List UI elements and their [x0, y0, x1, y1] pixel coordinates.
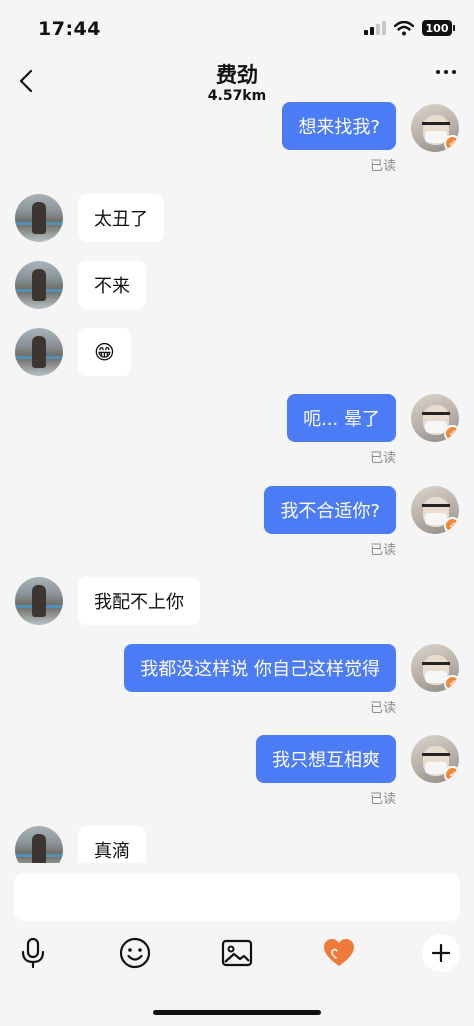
verified-badge-icon: ✓ [444, 517, 459, 534]
message-bubble[interactable]: 我不合适你? [264, 486, 396, 534]
image-button[interactable] [220, 936, 254, 970]
contact-avatar[interactable] [15, 577, 63, 625]
gift-heart-button[interactable] [322, 936, 356, 970]
contact-name: 费劲 [216, 63, 258, 87]
message-bubble[interactable]: 不来 [78, 261, 146, 309]
message-bubble[interactable]: 想来找我? [282, 102, 396, 150]
more-actions-button[interactable] [422, 934, 460, 972]
message-bubble[interactable]: 太丑了 [78, 194, 164, 242]
heart-icon [324, 939, 354, 966]
image-icon [221, 939, 253, 967]
verified-badge-icon: ✓ [444, 425, 459, 442]
verified-badge-icon: ✓ [444, 135, 459, 152]
read-receipt: 已读 [369, 159, 396, 174]
status-icons: 100 [364, 20, 455, 36]
contact-avatar[interactable] [15, 194, 63, 242]
status-time: 17:44 [38, 18, 101, 40]
microphone-icon [21, 937, 45, 969]
contact-avatar[interactable] [15, 328, 63, 376]
status-bar: 17:44 100 [0, 0, 474, 58]
read-receipt: 已读 [369, 701, 396, 716]
message-bubble[interactable]: 我只想互相爽 [256, 735, 396, 783]
my-avatar[interactable]: ✓ [411, 735, 459, 783]
message-bubble[interactable]: 呃... 晕了 [287, 394, 396, 442]
my-avatar[interactable]: ✓ [411, 486, 459, 534]
emoji-icon [119, 937, 151, 969]
message-bubble[interactable]: 我配不上你 [78, 577, 200, 625]
contact-avatar[interactable] [15, 826, 63, 863]
signal-icon [364, 21, 386, 35]
my-avatar[interactable]: ✓ [411, 644, 459, 692]
wifi-icon [394, 20, 414, 35]
my-avatar[interactable]: ✓ [411, 104, 459, 152]
voice-button[interactable] [16, 936, 50, 970]
contact-avatar[interactable] [15, 261, 63, 309]
home-indicator [153, 1010, 321, 1015]
read-receipt: 已读 [369, 543, 396, 558]
message-bubble[interactable]: 真滴 [78, 826, 146, 863]
message-bubble[interactable]: 😁 [78, 328, 131, 376]
verified-badge-icon: ✓ [444, 675, 459, 692]
my-avatar[interactable]: ✓ [411, 394, 459, 442]
verified-badge-icon: ✓ [444, 766, 459, 783]
message-bubble[interactable]: 我都没这样说 你自己这样觉得 [124, 644, 396, 692]
read-receipt: 已读 [369, 451, 396, 466]
more-options-button[interactable] [436, 70, 456, 74]
read-receipt: 已读 [369, 792, 396, 807]
plus-icon [432, 944, 450, 962]
input-toolbar [0, 930, 474, 976]
battery-icon: 100 [422, 20, 455, 36]
message-input[interactable] [14, 873, 460, 921]
message-list[interactable]: 想来找我? 已读 ✓ 太丑了 不来 😁 呃... 晕了 已读 ✓ 我不合适你? [0, 100, 474, 863]
emoji-button[interactable] [118, 936, 152, 970]
